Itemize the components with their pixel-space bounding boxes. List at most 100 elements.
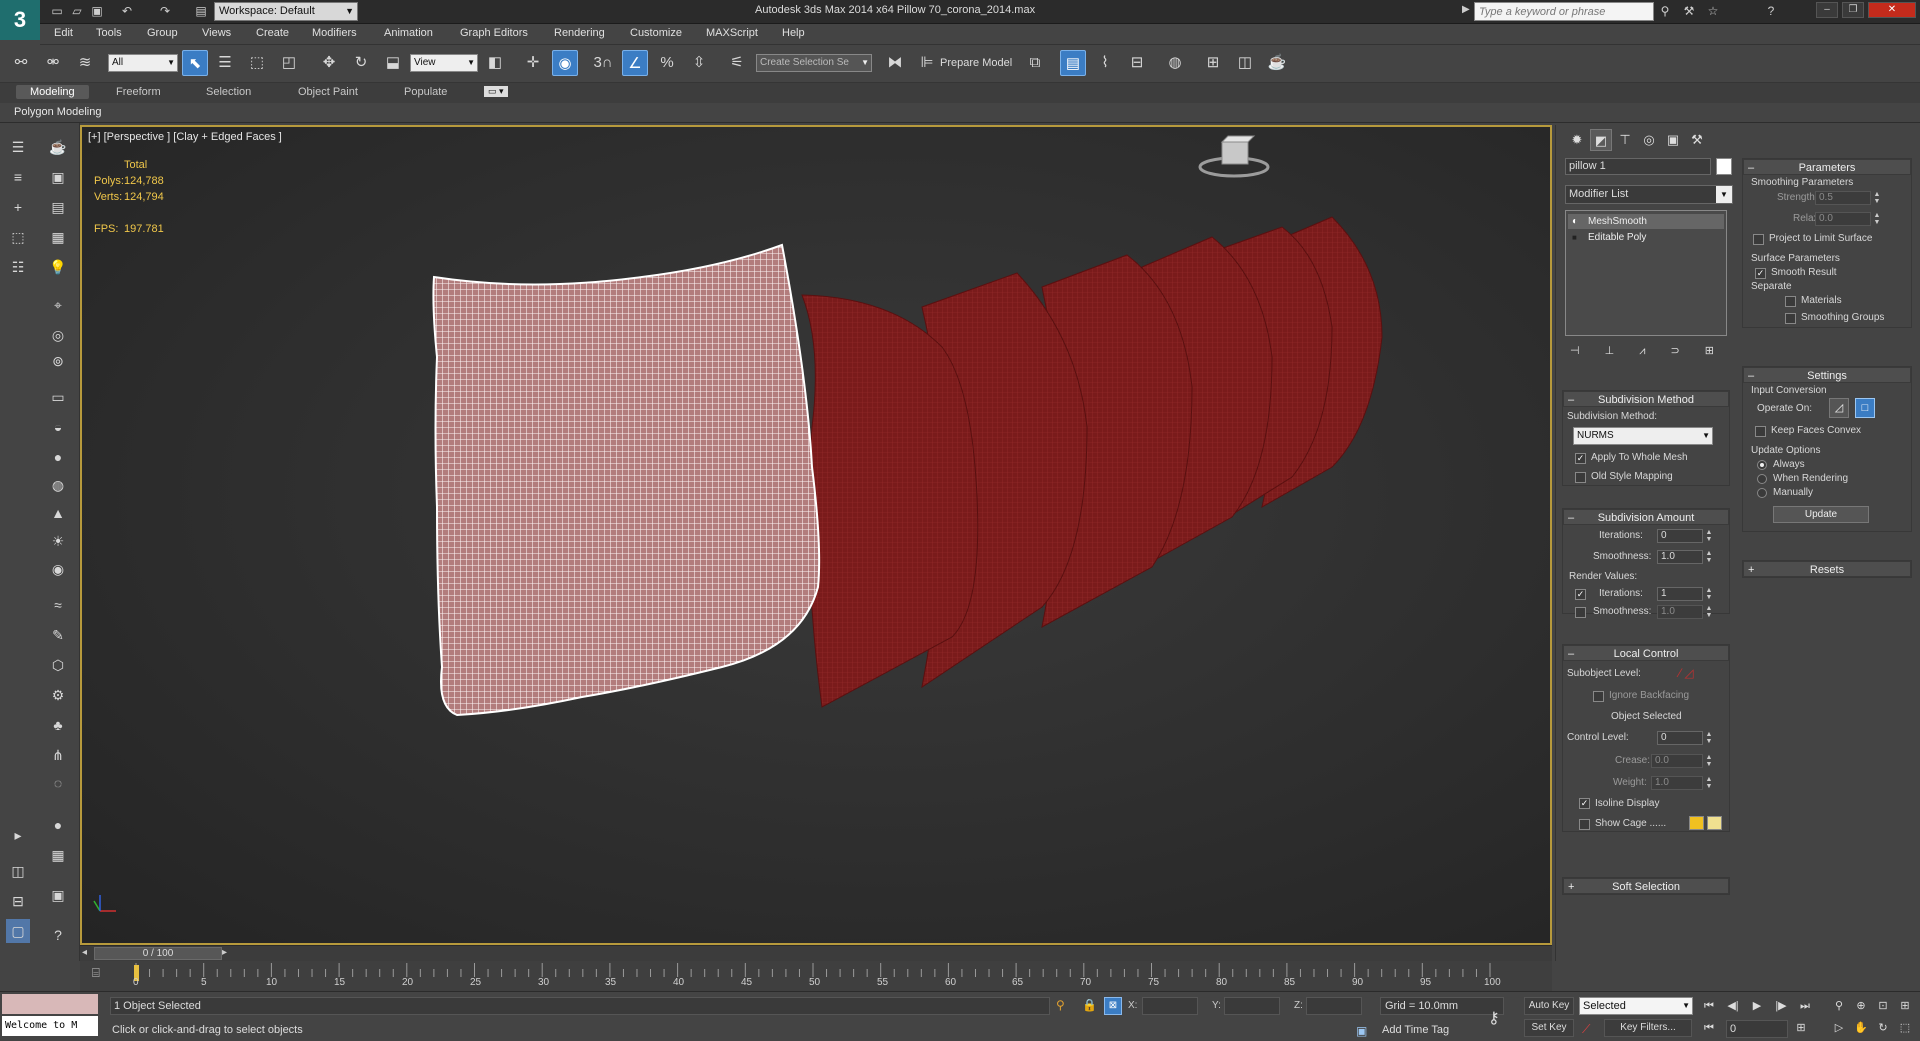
zoom-icon[interactable]: ⚲ [1830,997,1848,1015]
menu-rendering[interactable]: Rendering [554,27,605,39]
help-icon[interactable]: ? [1762,3,1780,20]
help-circle-icon[interactable]: ? [46,923,70,947]
time-prev-arrow-icon[interactable]: ◂ [82,947,87,958]
manually-radio[interactable] [1757,488,1767,498]
selection-filter-dropdown[interactable]: All ▼ [108,54,178,72]
rect-selection-icon[interactable]: ⬚ [244,50,270,76]
keyboard-shortcut-override-icon[interactable]: ◉ [552,50,578,76]
crease-spinner[interactable]: 0.0 [1651,754,1703,768]
key-mode-dropdown[interactable]: Selected ▼ [1579,997,1693,1015]
when-rendering-radio[interactable] [1757,474,1767,484]
layer-explorer-icon[interactable]: ≡ [6,165,30,189]
gear-icon[interactable]: ⚙ [46,683,70,707]
material-sphere-icon[interactable]: ● [46,813,70,837]
crease-spinner-arrows[interactable]: ▲ ▼ [1705,754,1713,768]
subscription-icon[interactable]: ⚒ [1680,3,1698,20]
minimize-button[interactable]: – [1816,2,1838,18]
key-icon[interactable]: ⚷ [1488,1008,1500,1028]
maxscript-mini-listener[interactable]: Welcome to M [2,1016,98,1036]
app-logo[interactable]: 3 [0,0,40,40]
y-coord-field[interactable] [1224,997,1280,1015]
open-file-icon[interactable]: ▱ [68,3,86,20]
pivot-center-icon[interactable]: ◧ [482,50,508,76]
operate-on-triangle-icon[interactable]: ◿ [1829,398,1849,418]
teapot-icon[interactable]: ☕ [46,135,70,159]
spinner-snap-icon[interactable]: ⇳ [686,50,712,76]
add-time-tag-label[interactable]: Add Time Tag [1382,1024,1449,1036]
snaps-toggle-icon[interactable]: 3∩ [590,50,616,76]
angle-snap-icon[interactable]: ∠ [622,50,648,76]
smoothness-spinner-arrows[interactable]: ▲ ▼ [1705,550,1713,564]
subdivision-method-dropdown[interactable]: NURMS ▼ [1573,427,1713,445]
redo-icon[interactable]: ↷ [156,3,174,20]
stack-tools-row[interactable]: ⊣ ⊥ ⩘ ⊃ ⊞ [1570,344,1714,358]
layer-manager-icon[interactable]: ⧉ [1022,50,1048,76]
soft-selection-header[interactable]: + Soft Selection [1563,878,1729,894]
tab-modeling[interactable]: Modeling [16,85,89,99]
cage-color-2-swatch[interactable] [1707,816,1722,830]
vertex-edge-icons[interactable]: ⁄ ◿ [1679,666,1694,680]
render-smoothness-spinner-arrows[interactable]: ▲ ▼ [1705,605,1713,619]
time-configuration-icon[interactable]: ⊞ [1792,1019,1810,1037]
binoculars-icon[interactable]: ⚲ [1656,3,1674,20]
maximize-viewport-icon[interactable]: ⬚ [1896,1019,1914,1037]
close-button[interactable]: ✕ [1868,2,1916,18]
prepare-model-label[interactable]: Prepare Model [940,57,1012,69]
render-frame-icon[interactable]: ◫ [1232,50,1258,76]
strength-spinner-arrows[interactable]: ▲ ▼ [1873,191,1881,205]
menu-graph-editors[interactable]: Graph Editors [460,27,528,39]
settings-header[interactable]: – Settings [1743,367,1911,383]
key-mode-toggle-icon[interactable]: ⏮ [1700,1019,1718,1037]
select-by-name-icon[interactable]: ☰ [212,50,238,76]
parameters-header[interactable]: – Parameters [1743,159,1911,175]
menu-views[interactable]: Views [202,27,231,39]
viewport-label[interactable]: [+] [Perspective ] [Clay + Edged Faces ] [88,131,282,143]
video-camera-icon[interactable]: ⊚ [46,349,70,373]
list-icon[interactable]: ▤ [46,195,70,219]
zoom-extents-icon[interactable]: ⊡ [1874,997,1892,1015]
tab-freeform[interactable]: Freeform [116,86,161,98]
light-bulb-icon[interactable]: 💡 [46,255,70,279]
window-crossing-icon[interactable]: ◰ [276,50,302,76]
next-frame-icon[interactable]: |▶ [1772,997,1790,1015]
relax-spinner[interactable]: 0.0 [1815,212,1871,226]
smooth-result-checkbox[interactable]: ✓ [1755,268,1766,279]
viewport-layout-2-icon[interactable]: ⊟ [6,889,30,913]
viewport-canvas[interactable] [82,127,1550,943]
utilities-panel-icon[interactable]: ⚒ [1686,129,1708,151]
maxscript-listener-field[interactable] [2,994,98,1014]
render-iterations-checkbox[interactable]: ✓ [1575,589,1586,600]
edit-named-selection-icon[interactable]: ⚟ [724,50,750,76]
material-editor-icon[interactable]: ◍ [1162,50,1188,76]
control-level-spinner-arrows[interactable]: ▲ ▼ [1705,731,1713,745]
always-radio[interactable] [1757,460,1767,470]
curve-editor-icon[interactable]: ⌇ [1092,50,1118,76]
menu-customize[interactable]: Customize [630,27,682,39]
shell-icon[interactable]: ◌ [46,771,70,795]
torus-icon[interactable]: ◍ [46,473,70,497]
menu-create[interactable]: Create [256,27,289,39]
image-icon[interactable]: ▣ [46,165,70,189]
table-icon[interactable]: ▦ [46,843,70,867]
menu-help[interactable]: Help [782,27,805,39]
apply-whole-mesh-checkbox[interactable]: ✓ [1575,453,1586,464]
zoom-extents-all-icon[interactable]: ⊞ [1896,997,1914,1015]
tab-populate[interactable]: Populate [404,86,447,98]
track-bar[interactable]: ⌸ 0 5 10 15 20 25 30 35 40 45 50 55 60 6… [80,961,1552,991]
tab-object-paint[interactable]: Object Paint [298,86,358,98]
relax-spinner-arrows[interactable]: ▲ ▼ [1873,212,1881,226]
sun-icon[interactable]: ☀ [46,529,70,553]
render-production-icon[interactable]: ☕ [1264,50,1290,76]
workspace-dropdown[interactable]: Workspace: Default ▼ [214,2,358,21]
search-expand-icon[interactable]: ▶ [1462,4,1470,15]
tab-selection[interactable]: Selection [206,86,251,98]
menu-edit[interactable]: Edit [54,27,73,39]
orbit-icon[interactable]: ↻ [1874,1019,1892,1037]
previous-frame-icon[interactable]: ◀| [1724,997,1742,1015]
current-frame-field[interactable]: 0 [1726,1020,1788,1038]
ref-coord-dropdown[interactable]: View ▼ [410,54,478,72]
expand-box-icon[interactable]: ■ [1572,230,1577,245]
time-slider[interactable]: ◂ 0 / 100 ▸ [80,945,1552,961]
gold-sphere-icon[interactable]: ◉ [46,557,70,581]
zoom-all-icon[interactable]: ⊕ [1852,997,1870,1015]
